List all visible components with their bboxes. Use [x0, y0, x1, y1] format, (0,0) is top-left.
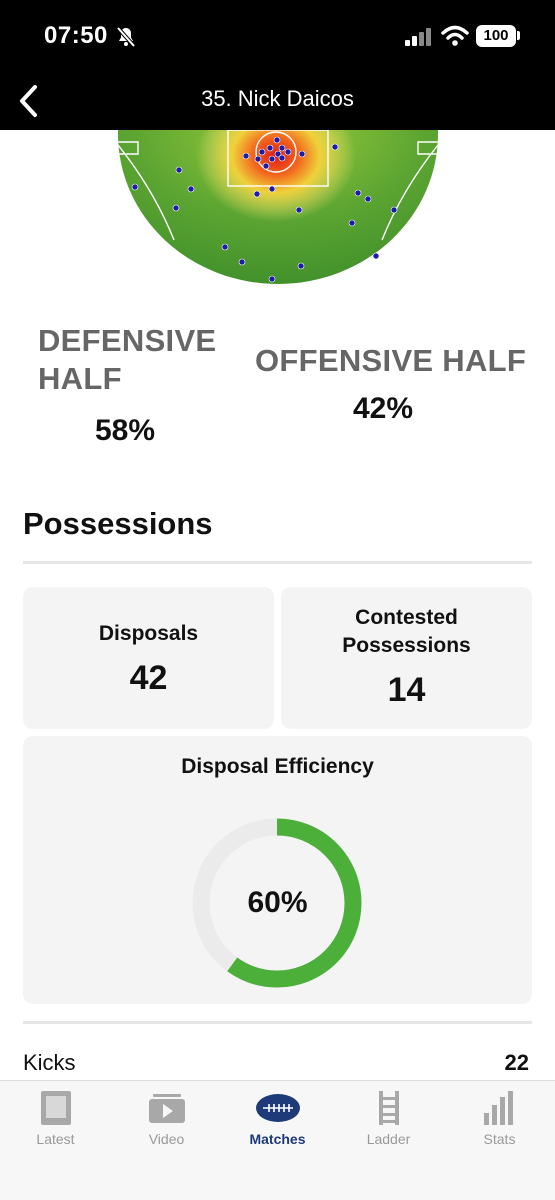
offensive-half-stat: OFFENSIVE HALF 42%	[255, 342, 535, 425]
stat-row-kicks: Kicks 22	[23, 1048, 532, 1080]
contested-possessions-card: Contested Possessions 14	[281, 587, 532, 729]
nav-bar: 35. Nick Daicos	[0, 72, 555, 130]
disposals-label: Disposals	[98, 622, 199, 645]
bar-chart-icon	[483, 1091, 513, 1125]
divider	[23, 561, 532, 564]
disposal-efficiency-card: Disposal Efficiency 60%	[23, 736, 532, 1004]
football-icon	[255, 1094, 300, 1122]
tab-ladder[interactable]: Ladder	[333, 1089, 444, 1153]
tab-latest[interactable]: Latest	[0, 1089, 111, 1153]
section-title-possessions: Possessions	[23, 506, 213, 541]
scroll-content[interactable]: DEFENSIVE HALF 58% OFFENSIVE HALF 42% Po…	[0, 130, 555, 1080]
defensive-half-value: 58%	[95, 414, 156, 447]
offensive-half-value: 42%	[353, 392, 414, 425]
offensive-half-label: OFFENSIVE HALF	[255, 343, 527, 378]
stat-value: 22	[504, 1050, 529, 1075]
page-title: 35. Nick Daicos	[201, 86, 354, 111]
tab-label: Stats	[483, 1131, 516, 1147]
tab-bar: Latest Video Matches Ladder Stats	[0, 1080, 555, 1200]
tab-video[interactable]: Video	[111, 1089, 222, 1153]
tab-label: Video	[148, 1131, 185, 1147]
tab-label: Latest	[36, 1131, 75, 1147]
ladder-icon	[378, 1091, 399, 1125]
contested-possessions-value: 14	[387, 671, 426, 709]
newspaper-icon	[40, 1091, 71, 1125]
tab-stats[interactable]: Stats	[444, 1089, 555, 1153]
contested-possessions-label: Contested Possessions	[342, 606, 471, 657]
defensive-half-label: DEFENSIVE HALF	[38, 323, 217, 396]
bell-muted-icon	[114, 25, 138, 49]
battery-indicator: 100	[476, 25, 516, 47]
tab-label: Ladder	[366, 1131, 411, 1147]
battery-tip	[517, 31, 520, 40]
status-bar: 07:50 100	[0, 0, 555, 72]
tab-label: Matches	[249, 1131, 306, 1147]
wifi-icon	[441, 25, 469, 52]
video-icon	[148, 1094, 185, 1123]
heatmap-field	[112, 130, 444, 290]
disposals-card: Disposals 42	[23, 587, 274, 729]
disposals-value: 42	[129, 659, 168, 697]
divider	[23, 1021, 532, 1024]
tab-matches[interactable]: Matches	[222, 1089, 333, 1153]
status-time: 07:50	[44, 22, 108, 49]
signal-icon	[405, 28, 433, 51]
disposal-efficiency-label: Disposal Efficiency	[181, 755, 374, 778]
defensive-half-stat: DEFENSIVE HALF 58%	[38, 322, 248, 447]
stat-label: Kicks	[23, 1050, 76, 1075]
disposal-efficiency-value: 60%	[247, 886, 308, 919]
